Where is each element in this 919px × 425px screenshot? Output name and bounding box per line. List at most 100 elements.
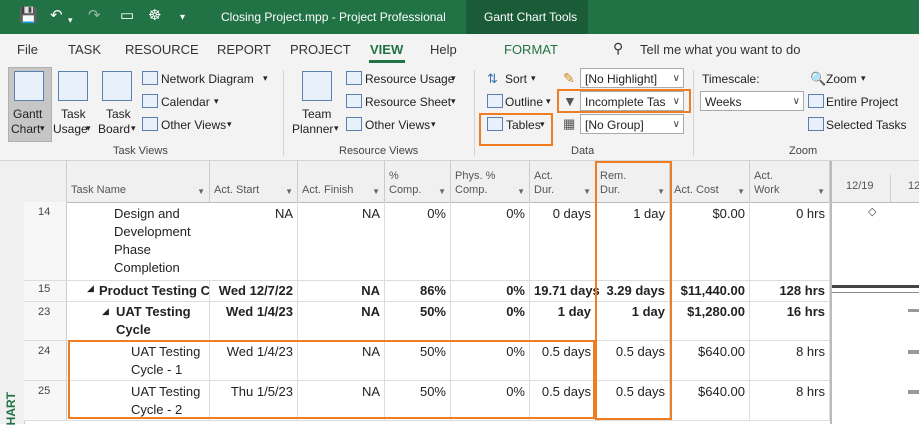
other-task-views-button[interactable]: Other Views (161, 118, 226, 132)
timescale-dropdown[interactable]: Weeks ∨ (700, 91, 804, 111)
entire-project-button[interactable]: Entire Project (826, 95, 898, 109)
column-header-pct-comp[interactable]: % Comp. ▼ (385, 161, 451, 202)
tab-help[interactable]: Help (430, 42, 457, 57)
task-usage-icon[interactable] (58, 71, 88, 101)
act-work-cell[interactable]: 0 hrs (750, 202, 830, 280)
column-header-act-finish[interactable]: Act. Finish ▼ (298, 161, 385, 202)
act-cost-cell[interactable]: $640.00 (670, 381, 750, 420)
chevron-down-icon[interactable]: ▼ (438, 187, 446, 196)
act-work-cell[interactable]: 8 hrs (750, 381, 830, 420)
team-planner-label-1[interactable]: Team (302, 107, 331, 121)
chevron-down-icon: ▾ (431, 119, 436, 129)
act-dur-cell[interactable]: 19.71 days (530, 281, 600, 301)
tab-task[interactable]: TASK (68, 42, 101, 57)
chevron-down-icon[interactable]: ▼ (517, 187, 525, 196)
task-usage-label-2[interactable]: Usage (53, 122, 88, 136)
act-work-cell[interactable]: 16 hrs (750, 302, 830, 340)
column-header-act-dur[interactable]: Act. Dur. ▼ (530, 161, 596, 202)
row-number[interactable]: 14 (24, 202, 67, 280)
zoom-button[interactable]: Zoom (826, 72, 857, 86)
summary-bar[interactable] (832, 285, 919, 288)
tab-project[interactable]: PROJECT (290, 42, 351, 57)
act-cost-cell[interactable]: $1,280.00 (670, 302, 750, 340)
pct-comp-cell[interactable]: 50% (385, 302, 451, 340)
team-planner-icon[interactable] (302, 71, 332, 101)
chevron-down-icon[interactable]: ▼ (583, 187, 591, 196)
customize-toolbar-icon[interactable]: ▾ (180, 9, 185, 27)
chevron-down-icon: ▾ (40, 123, 45, 133)
task-board-label-1[interactable]: Task (106, 107, 131, 121)
undo-icon[interactable]: ↶ (50, 7, 63, 25)
tab-file[interactable]: File (17, 42, 38, 57)
act-finish-cell[interactable]: NA (298, 281, 385, 301)
act-start-cell[interactable]: NA (210, 202, 298, 280)
act-dur-cell[interactable]: 0 days (530, 202, 596, 280)
tell-me-box[interactable]: Tell me what you want to do (640, 42, 800, 57)
resource-sheet-button[interactable]: Resource Sheet (365, 95, 451, 109)
task-name-cell[interactable]: UAT Testing Cycle (112, 302, 210, 340)
row-number[interactable]: 15 (24, 281, 67, 301)
collapse-triangle-icon[interactable]: ◢ (87, 283, 94, 294)
resource-usage-button[interactable]: Resource Usage (365, 72, 454, 86)
act-cost-cell[interactable]: $640.00 (670, 341, 750, 380)
phys-pct-comp-cell[interactable]: 0% (451, 281, 530, 301)
task-board-icon[interactable] (102, 71, 132, 101)
milestone-diamond-icon[interactable]: ◇ (868, 205, 876, 218)
tab-report[interactable]: REPORT (217, 42, 271, 57)
task-bar[interactable] (908, 350, 919, 354)
chevron-down-icon[interactable]: ▼ (285, 187, 293, 196)
column-header-task-name[interactable]: Task Name ▼ (67, 161, 210, 202)
touch-mode-icon[interactable]: ▭ (120, 7, 134, 25)
chevron-down-icon[interactable]: ▼ (197, 187, 205, 196)
task-board-label-2[interactable]: Board (98, 122, 130, 136)
tab-resource[interactable]: RESOURCE (125, 42, 199, 57)
phys-pct-comp-cell[interactable]: 0% (451, 202, 530, 280)
column-header-act-work[interactable]: Act. Work ▼ (750, 161, 830, 202)
team-planner-label-2[interactable]: Planner (292, 122, 333, 136)
group-dropdown[interactable]: [No Group] ∨ (580, 114, 684, 134)
act-cost-cell[interactable]: $11,440.00 (670, 281, 750, 301)
act-dur-cell[interactable]: 1 day (530, 302, 596, 340)
column-header-act-start[interactable]: Act. Start ▼ (210, 161, 298, 202)
chevron-down-icon[interactable]: ▼ (372, 187, 380, 196)
chevron-down-icon[interactable]: ▼ (817, 187, 825, 196)
tab-format[interactable]: FORMAT (504, 42, 558, 57)
summary-bar[interactable] (908, 309, 919, 312)
calendar-button[interactable]: Calendar (161, 95, 210, 109)
select-all-corner[interactable] (24, 161, 67, 202)
act-finish-cell[interactable]: NA (298, 202, 385, 280)
pct-comp-cell[interactable]: 0% (385, 202, 451, 280)
auto-schedule-icon[interactable]: ☸ (148, 7, 161, 25)
act-start-cell[interactable]: Wed 1/4/23 (210, 302, 298, 340)
outline-button[interactable]: Outline (505, 95, 543, 109)
act-finish-cell[interactable]: NA (298, 302, 385, 340)
undo-dropdown-icon[interactable]: ▾ (68, 11, 73, 29)
act-cost-cell[interactable]: $0.00 (670, 202, 750, 280)
redo-icon[interactable]: ↷ (88, 7, 101, 25)
gantt-chart-pane[interactable]: 12/19 12 ◇ (830, 161, 919, 424)
other-resource-views-button[interactable]: Other Views (365, 118, 430, 132)
save-icon[interactable]: 💾 (19, 7, 38, 25)
row-number[interactable]: 24 (24, 341, 67, 380)
act-work-cell[interactable]: 128 hrs (750, 281, 830, 301)
sort-button[interactable]: Sort (505, 72, 527, 86)
highlight-dropdown[interactable]: [No Highlight] ∨ (580, 68, 684, 88)
task-name-cell[interactable]: Product Testing C (95, 281, 210, 301)
row-number[interactable]: 25 (24, 381, 67, 420)
task-bar[interactable] (908, 390, 919, 394)
act-start-cell[interactable]: Wed 12/7/22 (210, 281, 298, 301)
selected-tasks-button[interactable]: Selected Tasks (826, 118, 907, 132)
collapse-triangle-icon[interactable]: ◢ (102, 306, 109, 317)
column-header-act-cost[interactable]: Act. Cost ▼ (670, 161, 750, 202)
phys-pct-comp-cell[interactable]: 0% (451, 302, 530, 340)
pct-comp-cell[interactable]: 86% (385, 281, 451, 301)
network-diagram-button[interactable]: Network Diagram (161, 72, 254, 86)
ribbon-tabs: File TASK RESOURCE REPORT PROJECT VIEW H… (0, 34, 919, 64)
row-number[interactable]: 23 (24, 302, 67, 340)
chevron-down-icon[interactable]: ▼ (737, 187, 745, 196)
task-usage-label-1[interactable]: Task (61, 107, 86, 121)
task-name-cell[interactable]: Design and Development Phase Completion (110, 202, 210, 280)
tab-view[interactable]: VIEW (370, 42, 403, 57)
act-work-cell[interactable]: 8 hrs (750, 341, 830, 380)
column-header-phys-pct-comp[interactable]: Phys. % Comp. ▼ (451, 161, 530, 202)
